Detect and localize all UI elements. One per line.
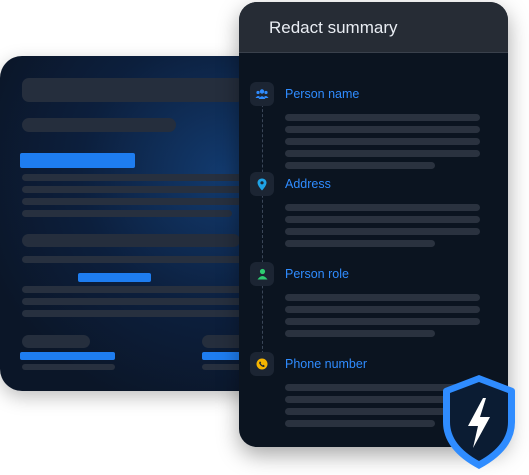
text-line-placeholder [22, 198, 252, 205]
panel-title: Redact summary [269, 18, 398, 37]
shield-lightning-icon [443, 375, 515, 469]
text-line-placeholder [22, 286, 252, 293]
document-preview-card [0, 56, 262, 391]
redacted-line [285, 150, 480, 157]
redacted-line [285, 228, 480, 235]
text-line-placeholder [22, 364, 115, 370]
text-line-placeholder [22, 256, 252, 263]
redacted-line [285, 216, 480, 223]
document-subtitle-placeholder [22, 118, 176, 132]
redacted-line [285, 306, 480, 313]
redacted-highlight [78, 273, 151, 282]
redacted-line [285, 204, 480, 211]
redacted-line [285, 318, 480, 325]
redacted-highlight [20, 352, 115, 360]
phone-icon [250, 352, 274, 376]
redacted-line [285, 138, 480, 145]
redacted-line [285, 114, 480, 121]
panel-header: Redact summary [239, 2, 508, 53]
redacted-line [285, 240, 435, 247]
redacted-line [285, 294, 480, 301]
redacted-line [285, 330, 435, 337]
text-line-placeholder [22, 298, 252, 305]
location-pin-icon [250, 172, 274, 196]
redacted-line [285, 420, 435, 427]
timeline-connector [262, 94, 263, 364]
text-line-placeholder [22, 186, 252, 193]
section-heading-placeholder [22, 234, 240, 247]
text-line-placeholder [22, 174, 252, 181]
footer-label-placeholder [22, 335, 90, 348]
people-icon [250, 82, 274, 106]
document-title-placeholder [22, 78, 244, 102]
text-line-placeholder [22, 210, 232, 217]
redacted-highlight [20, 153, 135, 168]
redacted-line [285, 126, 480, 133]
section-label-address[interactable]: Address [285, 177, 331, 191]
person-icon [250, 262, 274, 286]
redacted-line [285, 162, 435, 169]
section-label-person-name[interactable]: Person name [285, 87, 359, 101]
text-line-placeholder [22, 310, 242, 317]
section-label-phone-number[interactable]: Phone number [285, 357, 367, 371]
section-label-person-role[interactable]: Person role [285, 267, 349, 281]
